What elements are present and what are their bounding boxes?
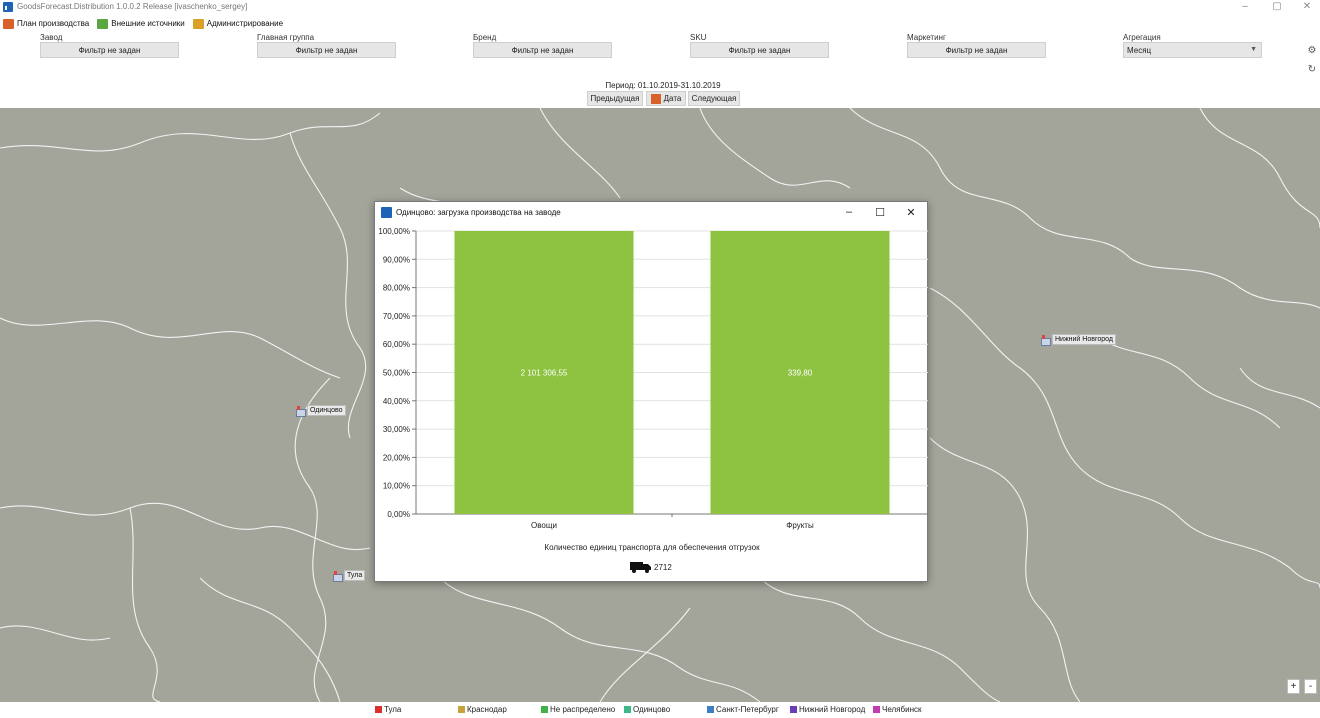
aggregation-select[interactable]: Месяц ▼ [1123, 42, 1262, 58]
dialog-maximize-button[interactable]: ☐ [868, 204, 892, 220]
minimize-button[interactable]: – [1232, 0, 1258, 13]
x-tick-label: Овощи [531, 521, 557, 530]
legend-swatch [707, 706, 714, 713]
y-tick-label: 40,00% [383, 397, 410, 406]
calendar-icon [3, 18, 14, 29]
legend-swatch [375, 706, 382, 713]
factory-icon [1040, 334, 1051, 346]
filter-label-plant: Завод [40, 33, 63, 42]
menu-bar: План производства Внешние источники Адми… [0, 17, 288, 30]
next-period-button[interactable]: Следующая [688, 91, 740, 106]
y-tick-label: 20,00% [383, 453, 410, 462]
filter-plant-button[interactable]: Фильтр не задан [40, 42, 179, 58]
window-title: GoodsForecast.Distribution 1.0.0.2 Relea… [17, 2, 248, 11]
legend-label: Нижний Новгород [799, 705, 866, 714]
legend-swatch [458, 706, 465, 713]
legend-swatch [541, 706, 548, 713]
filter-sku-button[interactable]: Фильтр не задан [690, 42, 829, 58]
legend-item: Не распределено [541, 705, 615, 714]
city-label: Одинцово [307, 405, 346, 416]
chevron-down-icon: ▼ [1250, 46, 1257, 53]
menu-label: План производства [17, 19, 90, 28]
aggregation-value: Месяц [1127, 45, 1152, 55]
legend-label: Одинцово [633, 705, 671, 714]
bar-data-label: 339,80 [788, 369, 813, 378]
close-button[interactable]: ✕ [1294, 0, 1320, 13]
period-text: Период: 01.10.2019-31.10.2019 [605, 81, 721, 90]
legend-item: Санкт-Петербург [707, 705, 779, 714]
y-tick-label: 100,00% [378, 227, 410, 236]
filter-label-sku: SKU [690, 33, 707, 42]
legend-item: Одинцово [624, 705, 670, 714]
app-logo-icon [3, 2, 15, 12]
truck-icon [630, 562, 651, 573]
chart-app-icon [381, 207, 392, 218]
database-sync-icon [97, 18, 109, 29]
menu-production-plan[interactable]: План производства [3, 18, 90, 29]
filter-marketing-button[interactable]: Фильтр не задан [907, 42, 1046, 58]
date-button-label: Дата [663, 94, 682, 103]
previous-period-button[interactable]: Предыдущая [587, 91, 643, 106]
transport-value: 2712 [654, 562, 672, 572]
city-marker-nizhny-novgorod[interactable]: Нижний Новгород [1040, 334, 1116, 346]
menu-label: Внешние источники [111, 19, 185, 28]
filter-brand-button[interactable]: Фильтр не задан [473, 42, 612, 58]
city-marker-odintsovo[interactable]: Одинцово [295, 405, 346, 417]
menu-label: Администрирование [206, 19, 284, 28]
filter-label-main-group: Главная группа [257, 33, 315, 42]
city-label: Тула [344, 570, 366, 581]
y-tick-label: 10,00% [383, 482, 410, 491]
title-bar: GoodsForecast.Distribution 1.0.0.2 Relea… [0, 0, 1320, 13]
dialog-close-button[interactable]: ✕ [899, 204, 923, 220]
legend-item: Тула [375, 705, 401, 714]
filter-main-group-button[interactable]: Фильтр не задан [257, 42, 396, 58]
factory-icon [295, 405, 306, 417]
legend-item: Краснодар [458, 705, 507, 714]
legend-swatch [873, 706, 880, 713]
y-tick-label: 30,00% [383, 425, 410, 434]
date-picker-button[interactable]: Дата [646, 91, 686, 106]
load-bar-chart: 0,00% 10,00% 20,00% 30,00% 40,00% 50,00% 60,00… [378, 227, 928, 530]
map-legend: Тула Краснодар Не распределено Одинцово … [0, 702, 1320, 718]
refresh-icon[interactable]: ↻ [1305, 62, 1319, 76]
legend-swatch [624, 706, 631, 713]
y-tick-label: 70,00% [383, 312, 410, 321]
dialog-title: Одинцово: загрузка производства на завод… [396, 208, 561, 217]
legend-label: Санкт-Петербург [716, 705, 779, 714]
city-marker-tula[interactable]: Тула [332, 570, 366, 582]
bar-data-label: 2 101 306,55 [521, 369, 568, 378]
legend-item: Челябинск [873, 705, 921, 714]
y-tick-label: 50,00% [383, 369, 410, 378]
filter-label-marketing: Маркетинг [907, 33, 946, 42]
menu-external-sources[interactable]: Внешние источники [97, 18, 185, 29]
legend-label: Челябинск [882, 705, 922, 714]
dialog-minimize-button[interactable]: – [837, 204, 861, 220]
y-tick-label: 60,00% [383, 340, 410, 349]
users-admin-icon [192, 18, 204, 29]
legend-swatch [790, 706, 797, 713]
zoom-in-button[interactable]: + [1287, 679, 1300, 694]
calendar-icon [650, 93, 661, 104]
legend-item: Нижний Новгород [790, 705, 865, 714]
menu-administration[interactable]: Администрирование [192, 18, 284, 29]
zoom-out-button[interactable]: - [1304, 679, 1317, 694]
legend-label: Краснодар [467, 705, 507, 714]
settings-gear-icon[interactable]: ⚙ [1305, 43, 1319, 57]
city-label: Нижний Новгород [1052, 334, 1116, 345]
aggregation-label: Агрегация [1123, 33, 1161, 42]
y-tick-label: 80,00% [383, 284, 410, 293]
factory-icon [332, 570, 343, 582]
transport-count: 2712 [630, 561, 672, 573]
plant-load-dialog: Одинцово: загрузка производства на завод… [374, 201, 928, 582]
maximize-button[interactable]: ▢ [1264, 0, 1290, 13]
legend-label: Не распределено [550, 705, 616, 714]
legend-label: Тула [384, 705, 402, 714]
filter-label-brand: Бренд [473, 33, 497, 42]
y-tick-label: 0,00% [387, 510, 410, 519]
y-tick-label: 90,00% [383, 255, 410, 264]
transport-caption: Количество единиц транспорта для обеспеч… [544, 543, 760, 552]
x-tick-label: Фрукты [786, 521, 814, 530]
